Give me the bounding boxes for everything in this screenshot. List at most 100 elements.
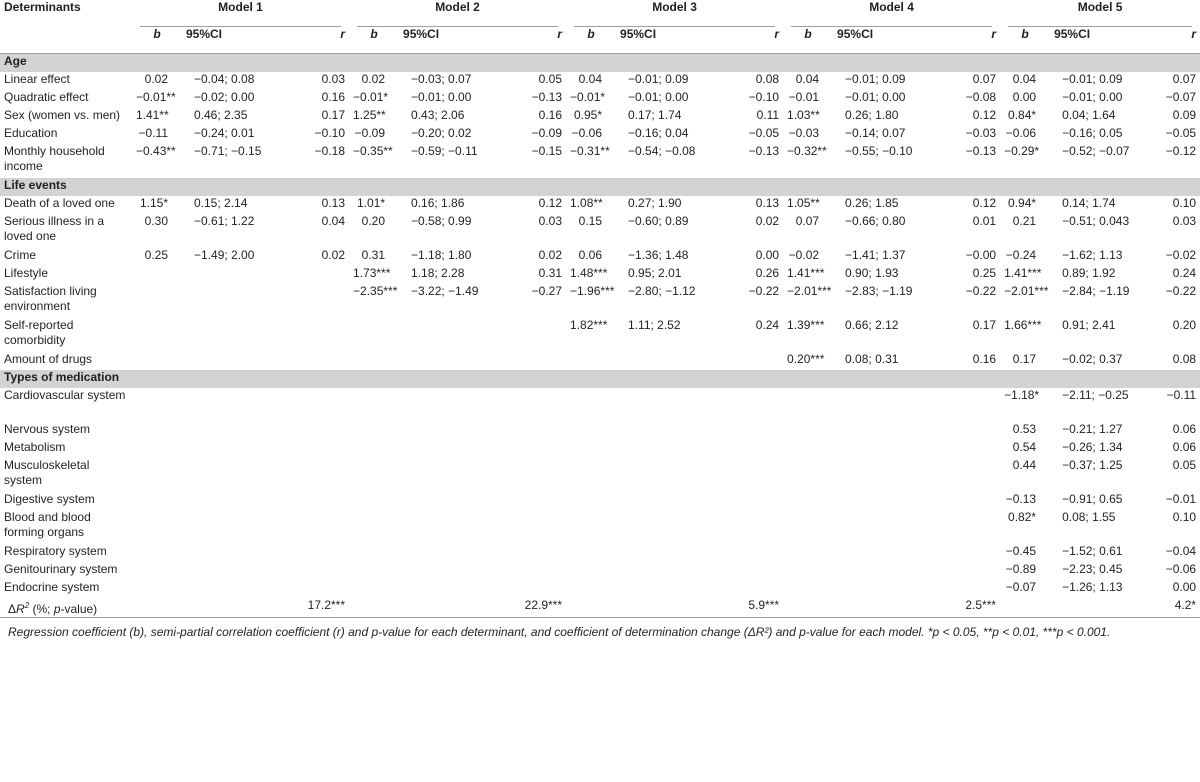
model-3-ci-cell: 0.95; 2.01: [628, 266, 682, 280]
model-5-r-cell: 0.00: [1172, 580, 1197, 594]
model-4-b-cell: −2.01***: [787, 284, 832, 298]
model-4-r-cell: −0.13: [965, 144, 997, 158]
model-4-ci-cell: [833, 562, 936, 580]
model-2-ci-cell: [399, 492, 502, 510]
model-1-ci-cell: [182, 492, 285, 510]
model-3-r-cell: [719, 458, 783, 492]
table-body: Age Linear effect 0.02 −0.04; 0.08 0.03 0.02 −…: [0, 53, 1200, 618]
model-1-r-cell: [285, 388, 349, 422]
model-1-r-cell: [285, 422, 349, 440]
model-3-b-header: b: [587, 27, 595, 41]
model-2-r-cell: −0.15: [531, 144, 563, 158]
model-4-ci-cell: [833, 510, 936, 544]
model-5-b-cell: −0.07: [1005, 580, 1037, 594]
model-5-r-cell: −0.11: [1166, 388, 1197, 402]
model-4-r-cell: −0.08: [965, 90, 997, 104]
model-5-b-header: b: [1021, 27, 1029, 41]
model-1-r-cell: 0.02: [321, 248, 346, 262]
model-5-b-cell: 0.53: [1012, 422, 1037, 436]
model-4-b-cell: 0.20***: [787, 352, 825, 366]
model-4-b-cell: 1.39***: [787, 318, 825, 332]
model-1-r-cell: [285, 562, 349, 580]
model-3-ci-cell: [616, 510, 719, 544]
model-1-r-cell: −0.10: [314, 126, 346, 140]
model-5-ci-cell: −0.16; 0.05: [1062, 126, 1123, 140]
model-5-delta-r2: 4.2*: [1153, 598, 1200, 618]
model-4-ci-cell: [833, 580, 936, 598]
table-footnote: Regression coefficient (b), semi-partial…: [8, 625, 1111, 639]
table-row: Satisfaction living environment −2.35*** −…: [0, 284, 1200, 318]
model-4-b-cell: [783, 562, 833, 580]
model-4-r-cell: 0.12: [972, 196, 997, 210]
model-4-ci-cell: 0.66; 2.12: [845, 318, 899, 332]
row-label: Monthly household income: [4, 144, 105, 173]
model-4-r-cell: 0.16: [972, 352, 997, 366]
model-3-b-cell: −0.06: [571, 126, 603, 140]
model-1-r-cell: −0.18: [314, 144, 346, 158]
model-4-r-cell: 0.01: [972, 214, 997, 228]
model-3-r-cell: 0.00: [755, 248, 780, 262]
model-1-ci-cell: 0.46; 2.35: [194, 108, 248, 122]
table-row: Respiratory system −0.45 −1.52; 0.61 −0.04: [0, 544, 1200, 562]
row-label: Endocrine system: [4, 580, 100, 594]
model-5-b-cell: 0.54: [1012, 440, 1037, 454]
model-5-r-cell: −0.12: [1165, 144, 1197, 158]
model-1-ci-cell: −1.49; 2.00: [194, 248, 255, 262]
model-2-ci-cell: −0.03; 0.07: [411, 72, 472, 86]
model-4-ci-cell: [833, 544, 936, 562]
model-5-ci-cell: −0.91; 0.65: [1062, 492, 1123, 506]
model-1-b-cell: [132, 352, 182, 370]
section-header-row: Life events: [0, 178, 1200, 196]
section-title: Life events: [0, 178, 1200, 196]
model-1-r-cell: [285, 544, 349, 562]
model-1-ci-cell: −0.71; −0.15: [194, 144, 262, 158]
model-4-r-cell: [936, 544, 1000, 562]
model-3-r-cell: 0.02: [755, 214, 780, 228]
final-blank: [399, 598, 503, 618]
row-label: Crime: [4, 248, 36, 262]
model-5-b-cell: 1.66***: [1004, 318, 1042, 332]
model-5-r-cell: 0.06: [1172, 440, 1197, 454]
model-4-b-cell: [783, 388, 833, 422]
model-2-r-cell: [502, 580, 566, 598]
model-3-ci-cell: −0.60; 0.89: [628, 214, 689, 228]
model-2-r-cell: −0.27: [531, 284, 563, 298]
model-3-r-cell: 0.13: [755, 196, 780, 210]
delta-r2-label-part: -value): [60, 602, 98, 616]
model-1-r-cell: 0.03: [321, 72, 346, 86]
delta-r2-row: ΔR2 (%; p-value) 17.2*** 22.9*** 5.9*** 2.5*…: [0, 598, 1200, 618]
model-2-delta-r2: 22.9***: [502, 598, 567, 618]
model-3-b-cell: 1.48***: [570, 266, 608, 280]
model-4-r-cell: [936, 510, 1000, 544]
row-label: Satisfaction living environment: [4, 284, 97, 313]
model-1-ci-cell: −0.02; 0.00: [194, 90, 255, 104]
section-title: Age: [0, 53, 1200, 72]
delta-r2-label-part: p: [53, 602, 61, 616]
row-label: Lifestyle: [4, 266, 49, 280]
model-3-b-cell: −0.31**: [570, 144, 610, 158]
model-1-b-cell: [132, 562, 182, 580]
model-5-b-cell: −0.29*: [1004, 144, 1040, 158]
model-2-ci-cell: [399, 580, 502, 598]
model-1-ci-cell: [182, 510, 285, 544]
model-2-b-header: b: [370, 27, 378, 41]
model-5-r-cell: 0.24: [1172, 266, 1197, 280]
model-2-ci-cell: −1.18; 1.80: [411, 248, 472, 262]
model-2-b-cell: [349, 440, 399, 458]
model-1-r-cell: [285, 510, 349, 544]
model-5-r-cell: 0.10: [1172, 196, 1197, 210]
model-4-ci-cell: 0.26; 1.80: [845, 108, 899, 122]
model-4-r-cell: 0.25: [972, 266, 997, 280]
row-label: Amount of drugs: [4, 352, 93, 366]
model-4-delta-r2: 2.5***: [936, 598, 1001, 618]
model-1-b-cell: [132, 492, 182, 510]
model-2-ci-cell: −0.59; −0.11: [411, 144, 478, 158]
model-3-r-cell: [719, 388, 783, 422]
model-2-ci-cell: [399, 562, 502, 580]
model-5-r-cell: 0.08: [1172, 352, 1197, 366]
model-4-ci-cell: [833, 388, 936, 422]
model-3-r-cell: 0.11: [756, 108, 780, 122]
model-4-b-cell: 1.03**: [787, 108, 820, 122]
model-4-b-header: b: [804, 27, 812, 41]
model-5-ci-cell: −0.01; 0.00: [1062, 90, 1123, 104]
